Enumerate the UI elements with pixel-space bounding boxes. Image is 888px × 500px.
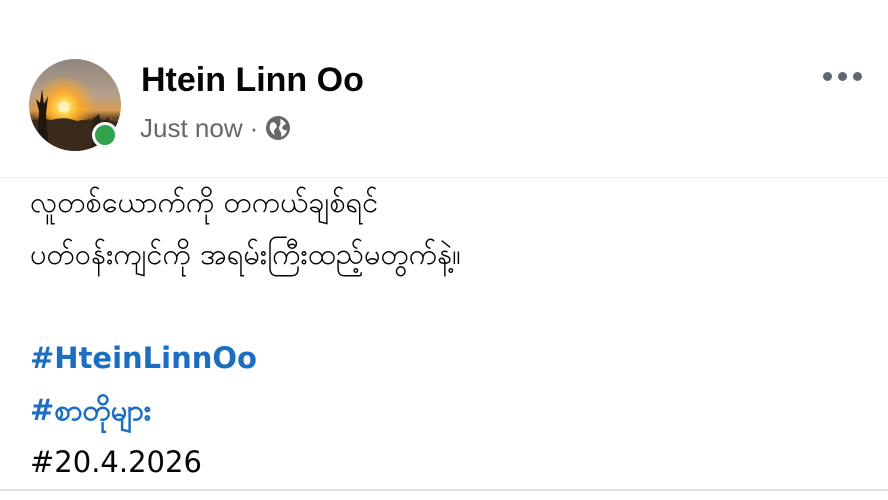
meta-separator: · — [249, 112, 259, 143]
globe-icon[interactable] — [265, 115, 291, 141]
post-bottom-divider — [0, 489, 888, 491]
facebook-post: Htein Linn Oo Just now · လူတစ်ယောက်ကို တ… — [0, 0, 888, 500]
more-options-button[interactable] — [812, 56, 872, 96]
post-message: လူတစ်ယောက်ကို တကယ်ချစ်ရင် ပတ်ဝန်းကျင်ကို… — [30, 176, 870, 488]
online-status-indicator — [92, 122, 118, 148]
hashtag-link[interactable]: #HteinLinnOo — [30, 332, 870, 384]
more-horizontal-icon — [852, 71, 862, 81]
post-timestamp[interactable]: Just now — [140, 113, 243, 144]
post-meta: Just now · — [140, 110, 291, 146]
hashtag-link[interactable]: #စာတိုများ — [30, 384, 870, 436]
post-text-line: လူတစ်ယောက်ကို တကယ်ချစ်ရင် — [30, 185, 379, 219]
author-name[interactable]: Htein Linn Oo — [141, 60, 364, 100]
post-text-line: ပတ်ဝန်းကျင်ကို အရမ်းကြီးထည့်မတွက်နဲ့။ — [30, 237, 461, 271]
more-horizontal-icon — [837, 71, 847, 81]
more-horizontal-icon — [822, 71, 832, 81]
hashtag-date-text: #20.4.2026 — [30, 445, 202, 479]
post-header: Htein Linn Oo Just now · — [0, 0, 888, 178]
author-avatar-container[interactable] — [29, 59, 121, 151]
